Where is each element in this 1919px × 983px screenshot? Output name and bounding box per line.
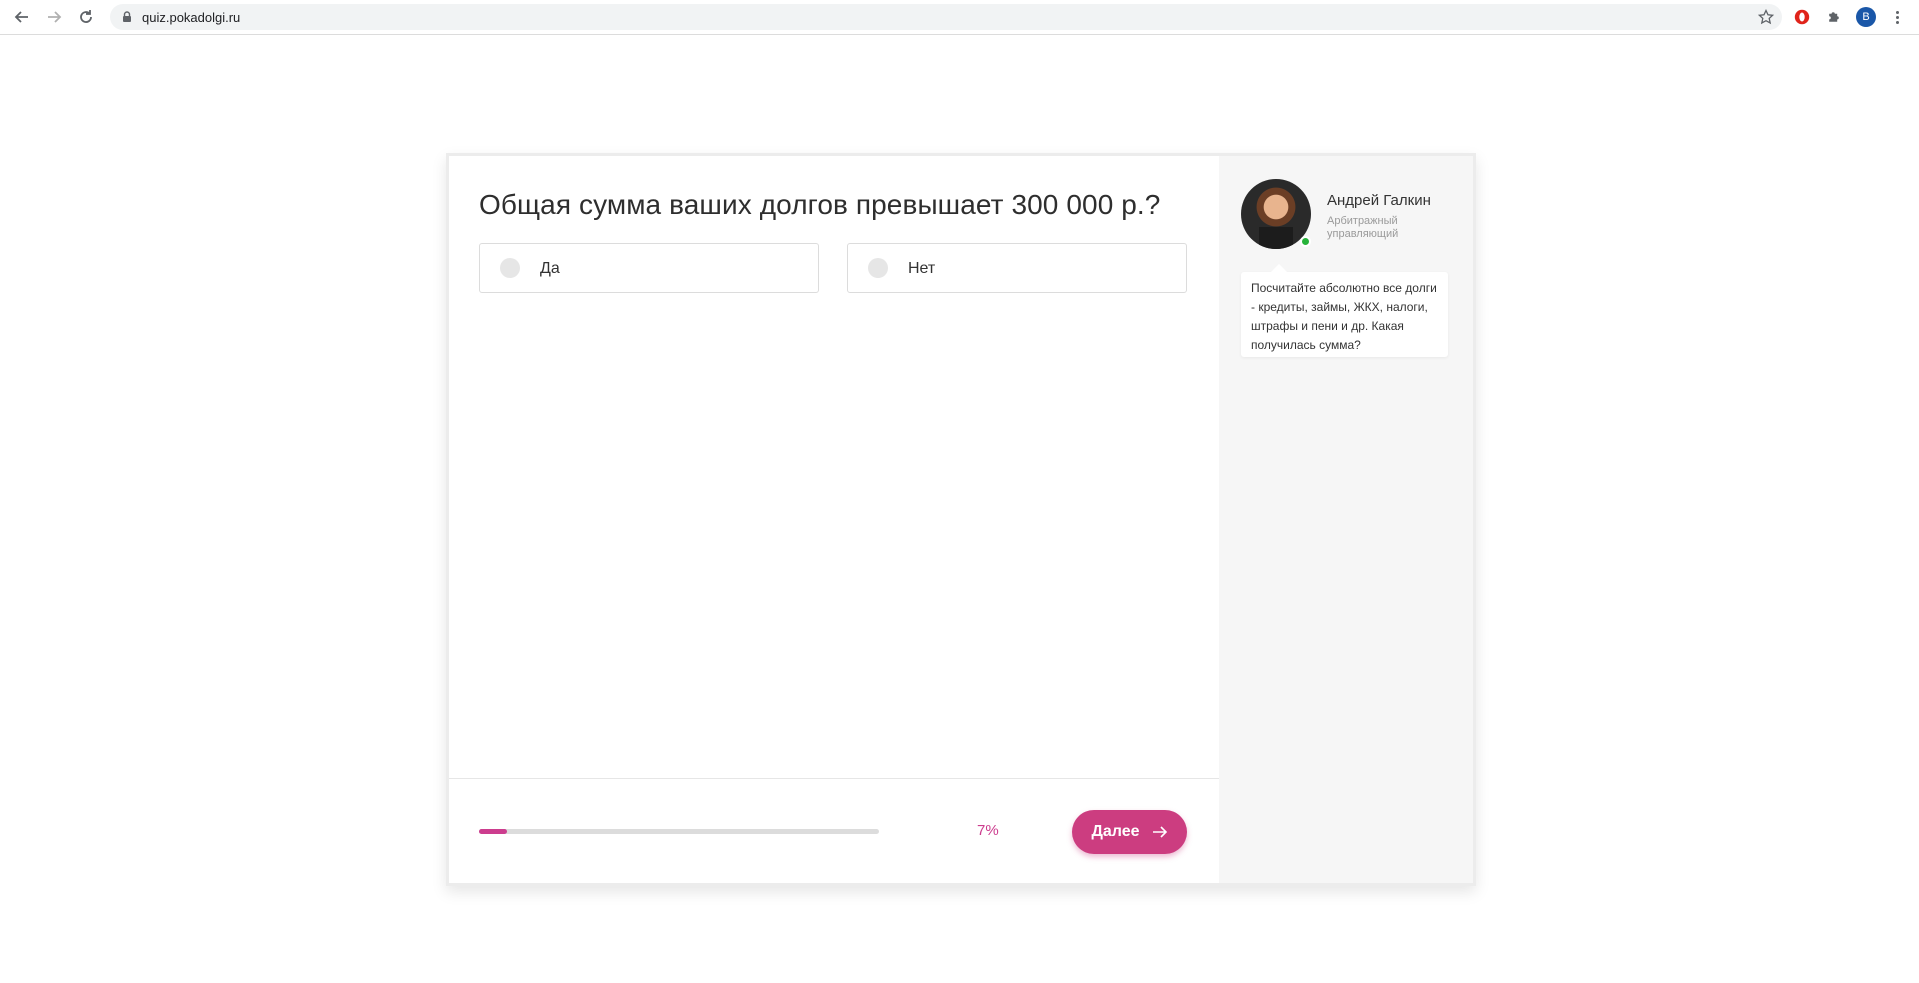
radio-icon[interactable] <box>500 258 520 278</box>
online-status-dot <box>1300 236 1311 247</box>
arrow-right-icon <box>1152 826 1167 838</box>
lock-icon <box>123 11 131 22</box>
progress-fill <box>479 829 507 834</box>
address-bar[interactable]: quiz.pokadolgi.ru <box>110 4 1782 30</box>
reload-icon <box>80 10 92 23</box>
option-yes[interactable]: Да <box>479 243 819 293</box>
address-url: quiz.pokadolgi.ru <box>142 10 241 25</box>
bookmark-star-icon[interactable] <box>1758 9 1774 25</box>
consultant-message: Посчитайте абсолютно все долги - кредиты… <box>1241 264 1448 357</box>
progress-percent: 7% <box>977 822 999 839</box>
option-no[interactable]: Нет <box>847 243 1187 293</box>
reload-button[interactable] <box>74 5 98 29</box>
browser-menu-icon[interactable] <box>1887 7 1907 27</box>
quiz-footer: 7% Далее <box>449 778 1219 883</box>
browser-toolbar: quiz.pokadolgi.ru B <box>0 0 1919 35</box>
arrow-right-icon <box>48 11 62 23</box>
arrow-left-icon <box>14 11 28 23</box>
forward-button[interactable] <box>42 5 66 29</box>
consultant-sidebar: Андрей Галкин Арбитражный управляющий По… <box>1219 156 1473 883</box>
quiz-main: Общая сумма ваших долгов превышает 300 0… <box>449 156 1219 883</box>
next-button-label: Далее <box>1091 823 1140 840</box>
option-label: Нет <box>908 260 936 277</box>
progress-bar <box>479 829 879 834</box>
next-button[interactable]: Далее <box>1072 810 1187 854</box>
radio-icon[interactable] <box>868 258 888 278</box>
back-button[interactable] <box>10 5 34 29</box>
consultant-name: Андрей Галкин <box>1327 192 1431 209</box>
question-title: Общая сумма ваших долгов превышает 300 0… <box>479 189 1161 220</box>
option-label: Да <box>540 260 560 277</box>
quiz-card: Общая сумма ваших долгов превышает 300 0… <box>446 153 1476 886</box>
consultant-role: Арбитражный управляющий <box>1327 215 1399 240</box>
puzzle-extensions-icon[interactable] <box>1824 7 1844 27</box>
profile-avatar-button[interactable]: B <box>1856 7 1876 27</box>
opera-extension-icon[interactable] <box>1792 7 1812 27</box>
